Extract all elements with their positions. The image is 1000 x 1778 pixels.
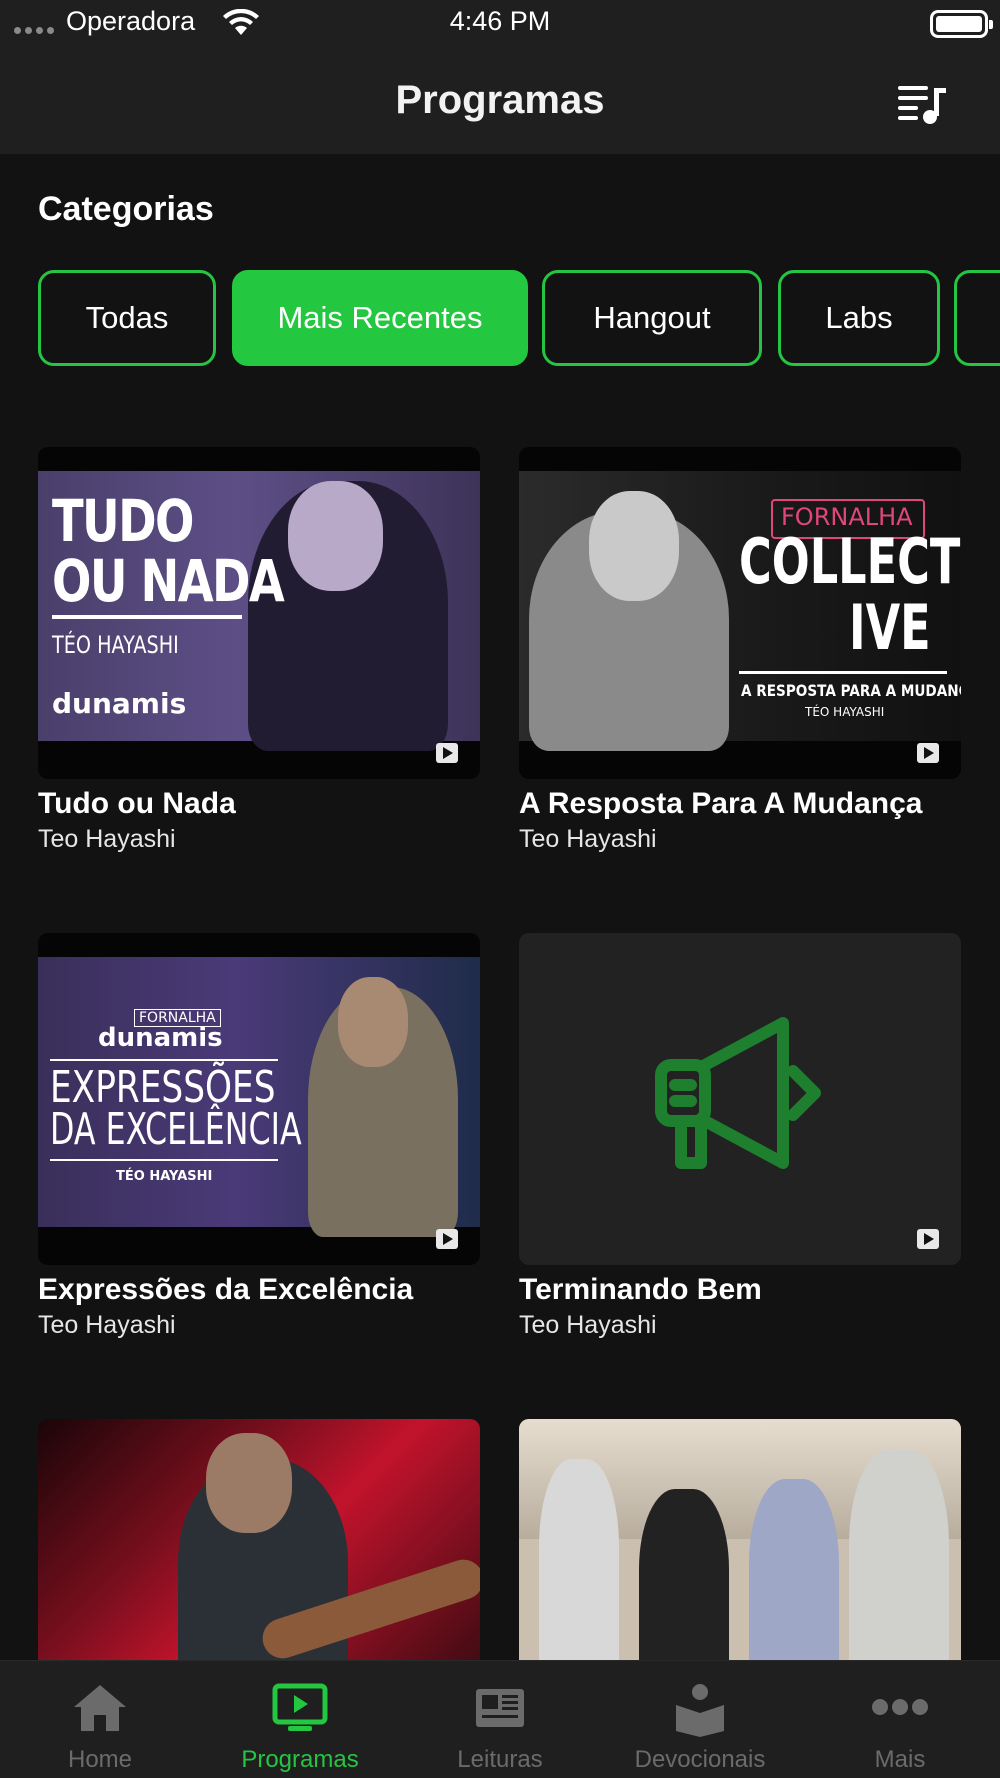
play-icon	[917, 743, 939, 763]
art-subtitle: A RESPOSTA PARA A MUDANÇA	[741, 681, 961, 700]
chip-mais-recentes[interactable]: Mais Recentes	[232, 270, 528, 366]
categories-heading: Categorias	[38, 190, 214, 228]
program-author: Teo Hayashi	[519, 825, 657, 853]
tab-mais[interactable]: Mais	[800, 1661, 1000, 1778]
art-title-line1: COLLECT	[739, 525, 961, 598]
art-title-line2: IVE	[849, 591, 931, 664]
art-rule-bottom	[50, 1159, 278, 1161]
play-icon	[436, 743, 458, 763]
chip-todas[interactable]: Todas	[38, 270, 216, 366]
home-icon	[74, 1685, 126, 1731]
tab-home[interactable]: Home	[0, 1661, 200, 1778]
program-author: Teo Hayashi	[38, 825, 176, 853]
chip-hangout[interactable]: Hangout	[542, 270, 762, 366]
newspaper-icon	[476, 1689, 524, 1727]
program-thumbnail[interactable]	[519, 933, 961, 1265]
program-card[interactable]: FORNALHA dunamis EXPRESSÕES DA EXCELÊNCI…	[38, 933, 480, 1340]
art-underline	[739, 671, 947, 674]
battery-icon	[930, 10, 993, 38]
clock: 4:46 PM	[449, 6, 551, 36]
program-card[interactable]: TUDO OU NADA TÉO HAYASHI dunamis Tudo ou…	[38, 447, 480, 854]
tab-bar: Home Programas Leituras Devocionais Mais	[0, 1660, 1000, 1778]
art-title-line2: OU NADA	[52, 547, 285, 615]
program-thumbnail[interactable]	[38, 1419, 480, 1679]
art-rule-top	[50, 1059, 278, 1061]
tab-devocionais[interactable]: Devocionais	[600, 1661, 800, 1778]
tab-label: Leituras	[457, 1746, 543, 1773]
program-card[interactable]	[38, 1419, 480, 1679]
tab-programas[interactable]: Programas	[200, 1661, 400, 1778]
program-title: Terminando Bem	[519, 1273, 762, 1306]
tab-label: Mais	[874, 1746, 926, 1773]
program-thumbnail[interactable]: TUDO OU NADA TÉO HAYASHI dunamis	[38, 447, 480, 779]
chip-more[interactable]	[954, 270, 1000, 366]
navigation-bar: Programas	[0, 48, 1000, 154]
status-bar: Operadora 4:46 PM	[0, 0, 1000, 48]
category-chips: Todas Mais Recentes Hangout Labs	[38, 270, 1000, 368]
program-thumbnail[interactable]: FORNALHA dunamis EXPRESSÕES DA EXCELÊNCI…	[38, 933, 480, 1265]
more-dots-icon	[872, 1699, 928, 1715]
art-logo: dunamis	[52, 687, 187, 720]
art-title-line1: TUDO	[52, 487, 195, 555]
page-title: Programas	[395, 78, 605, 122]
program-author: Teo Hayashi	[38, 1311, 176, 1339]
tab-label: Programas	[241, 1746, 359, 1773]
tab-leituras[interactable]: Leituras	[400, 1661, 600, 1778]
art-author: TÉO HAYASHI	[116, 1169, 213, 1184]
program-title: Tudo ou Nada	[38, 787, 236, 820]
program-title: Expressões da Excelência	[38, 1273, 414, 1306]
art-title-line2: DA EXCELÊNCIA	[50, 1104, 302, 1155]
program-thumbnail[interactable]: FORNALHA COLLECT IVE A RESPOSTA PARA A M…	[519, 447, 961, 779]
art-author: TÉO HAYASHI	[805, 705, 885, 719]
art-subtitle: TÉO HAYASHI	[52, 631, 179, 659]
program-title: A Resposta Para A Mudança	[519, 787, 923, 820]
megaphone-icon	[655, 1017, 821, 1169]
tab-label: Devocionais	[634, 1746, 766, 1773]
play-icon	[436, 1229, 458, 1249]
program-card[interactable]	[519, 1419, 961, 1679]
program-thumbnail[interactable]	[519, 1419, 961, 1679]
playlist-queue-icon[interactable]	[896, 82, 948, 126]
chip-labs[interactable]: Labs	[778, 270, 940, 366]
program-card[interactable]: Terminando Bem Teo Hayashi	[519, 933, 961, 1340]
play-icon	[917, 1229, 939, 1249]
art-logo: dunamis	[98, 1023, 223, 1053]
tab-label: Home	[67, 1746, 133, 1773]
art-underline	[52, 615, 242, 619]
reading-person-icon	[676, 1684, 724, 1737]
program-card[interactable]: FORNALHA COLLECT IVE A RESPOSTA PARA A M…	[519, 447, 961, 854]
tv-play-icon	[272, 1683, 328, 1731]
program-author: Teo Hayashi	[519, 1311, 657, 1339]
